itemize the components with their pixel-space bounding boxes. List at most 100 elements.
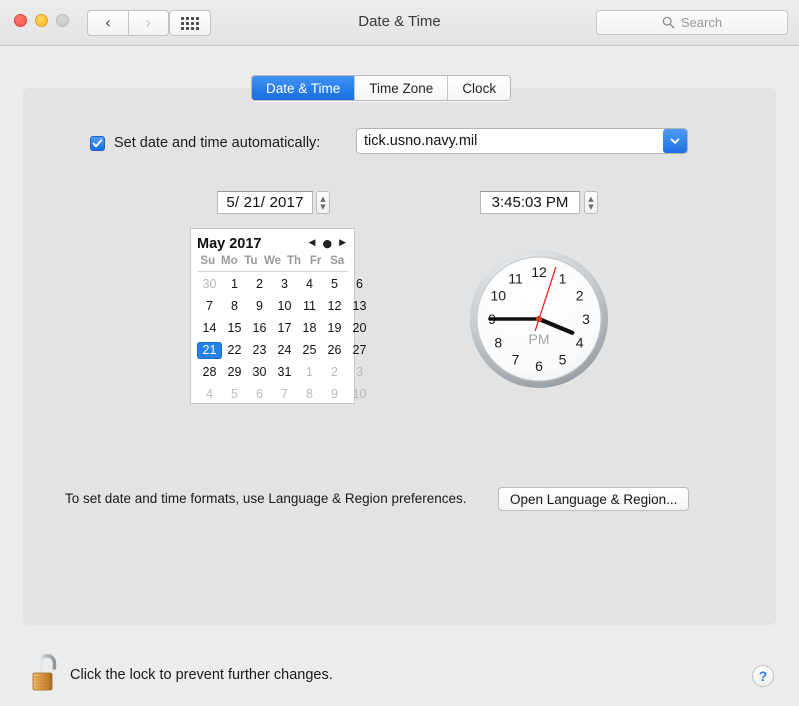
clock-meridiem-label: PM (529, 331, 550, 347)
time-stepper[interactable]: ▲ ▼ (584, 191, 598, 214)
tab-time-zone[interactable]: Time Zone (355, 76, 449, 100)
calendar-day[interactable]: 6 (347, 273, 372, 295)
calendar-day[interactable]: 10 (347, 383, 372, 405)
calendar-widget[interactable]: May 2017 ◀ ● ▶ Su Mo Tu We Th Fr Sa 30 1 2… (190, 228, 366, 405)
calendar-day-label: 7 (281, 387, 288, 401)
clock-center-pivot (535, 315, 543, 323)
calendar-day[interactable]: 28 (197, 361, 222, 383)
calendar-day[interactable]: 7 (272, 383, 297, 405)
calendar-next-icon[interactable]: ▶ (339, 239, 346, 248)
calendar-day-label: 30 (202, 277, 217, 291)
calendar-day[interactable]: 8 (297, 383, 322, 405)
calendar-day-label: 16 (252, 321, 267, 335)
calendar-day[interactable]: 26 (322, 339, 347, 361)
date-input[interactable]: 5/ 21/ 2017 (217, 191, 313, 214)
clock-numeral: 3 (582, 311, 590, 327)
calendar-grid: 30 1 2 3 4 5 6 7 8 9 10 11 12 13 14 15 16 17 18 19 20 21 22 23 2… (197, 273, 366, 405)
calendar-day[interactable]: 19 (322, 317, 347, 339)
calendar-day-label: 23 (252, 343, 267, 357)
date-value: 5/ 21/ 2017 (226, 194, 304, 211)
calendar-day-label: 21 (197, 341, 222, 359)
stepper-up-icon[interactable]: ▲ (320, 195, 325, 203)
calendar-day[interactable]: 5 (222, 383, 247, 405)
calendar-day[interactable]: 30 (197, 273, 222, 295)
calendar-prev-icon[interactable]: ◀ (309, 239, 316, 248)
calendar-day[interactable]: 3 (272, 273, 297, 295)
calendar-day-label: 9 (256, 299, 263, 313)
calendar-day[interactable]: 29 (222, 361, 247, 383)
calendar-day[interactable]: 9 (322, 383, 347, 405)
calendar-day[interactable]: 22 (222, 339, 247, 361)
calendar-day-label: 2 (256, 277, 263, 291)
calendar-day[interactable]: 27 (347, 339, 372, 361)
calendar-day-label: 8 (306, 387, 313, 401)
calendar-day[interactable]: 10 (272, 295, 297, 317)
calendar-day[interactable]: 18 (297, 317, 322, 339)
unlocked-padlock-icon (32, 654, 57, 691)
calendar-day[interactable]: 6 (247, 383, 272, 405)
stepper-up-icon[interactable]: ▲ (588, 195, 593, 203)
calendar-day-label: 6 (356, 277, 363, 291)
calendar-day[interactable]: 1 (222, 273, 247, 295)
calendar-day[interactable]: 16 (247, 317, 272, 339)
date-stepper[interactable]: ▲ ▼ (316, 191, 330, 214)
calendar-day[interactable]: 14 (197, 317, 222, 339)
set-automatically-checkbox[interactable] (90, 135, 105, 151)
time-server-combobox[interactable]: tick.usno.navy.mil (356, 128, 688, 154)
calendar-day[interactable]: 30 (247, 361, 272, 383)
calendar-day-label: 4 (306, 277, 313, 291)
calendar-day-label: 30 (252, 365, 267, 379)
lock-button[interactable] (30, 652, 66, 694)
calendar-day[interactable]: 9 (247, 295, 272, 317)
calendar-day[interactable]: 20 (347, 317, 372, 339)
calendar-day-label: 11 (303, 299, 316, 313)
calendar-day[interactable]: 11 (297, 295, 322, 317)
search-field[interactable]: Search (596, 10, 788, 35)
calendar-day[interactable]: 4 (197, 383, 222, 405)
tab-date-time[interactable]: Date & Time (252, 76, 356, 100)
calendar-day[interactable]: 15 (222, 317, 247, 339)
calendar-day[interactable]: 3 (347, 361, 372, 383)
auto-set-row: Set date and time automatically: (90, 130, 320, 156)
calendar-day-label: 2 (331, 365, 338, 379)
calendar-day[interactable]: 5 (322, 273, 347, 295)
time-value: 3:45:03 PM (491, 194, 569, 211)
calendar-day[interactable]: 24 (272, 339, 297, 361)
help-button[interactable]: ? (752, 665, 774, 687)
calendar-today-icon[interactable]: ● (322, 238, 332, 249)
preferences-panel (23, 88, 776, 625)
calendar-day-label: 5 (331, 277, 338, 291)
open-language-region-button[interactable]: Open Language & Region... (498, 487, 690, 511)
calendar-day[interactable]: 2 (247, 273, 272, 295)
calendar-day[interactable]: 8 (222, 295, 247, 317)
calendar-day[interactable]: 1 (297, 361, 322, 383)
calendar-day[interactable]: 31 (272, 361, 297, 383)
set-automatically-label: Set date and time automatically: (114, 135, 321, 151)
tab-clock[interactable]: Clock (448, 76, 511, 100)
calendar-day[interactable]: 7 (197, 295, 222, 317)
stepper-down-icon[interactable]: ▼ (588, 203, 593, 211)
calendar-day-label: 17 (277, 321, 292, 335)
time-input[interactable]: 3:45:03 PM (480, 191, 580, 214)
clock-numeral: 5 (559, 352, 567, 368)
calendar-day-label: 5 (231, 387, 238, 401)
calendar-day-label: 8 (231, 299, 238, 313)
weekday-tu: Tu (244, 255, 258, 267)
calendar-day-label: 3 (356, 365, 363, 379)
calendar-day-label: 25 (302, 343, 317, 357)
calendar-day-selected[interactable]: 21 (197, 339, 222, 361)
clock-numeral: 8 (494, 335, 502, 351)
calendar-day[interactable]: 23 (247, 339, 272, 361)
calendar-day[interactable]: 12 (322, 295, 347, 317)
calendar-day[interactable]: 2 (322, 361, 347, 383)
time-server-dropdown-button[interactable] (663, 129, 687, 153)
weekday-we: We (263, 255, 282, 267)
calendar-day[interactable]: 25 (297, 339, 322, 361)
calendar-day-label: 31 (277, 365, 292, 379)
calendar-day-label: 3 (281, 277, 288, 291)
calendar-day[interactable]: 4 (297, 273, 322, 295)
clock-numeral: 2 (576, 288, 584, 304)
calendar-day[interactable]: 17 (272, 317, 297, 339)
stepper-down-icon[interactable]: ▼ (320, 203, 325, 211)
calendar-day[interactable]: 13 (347, 295, 372, 317)
